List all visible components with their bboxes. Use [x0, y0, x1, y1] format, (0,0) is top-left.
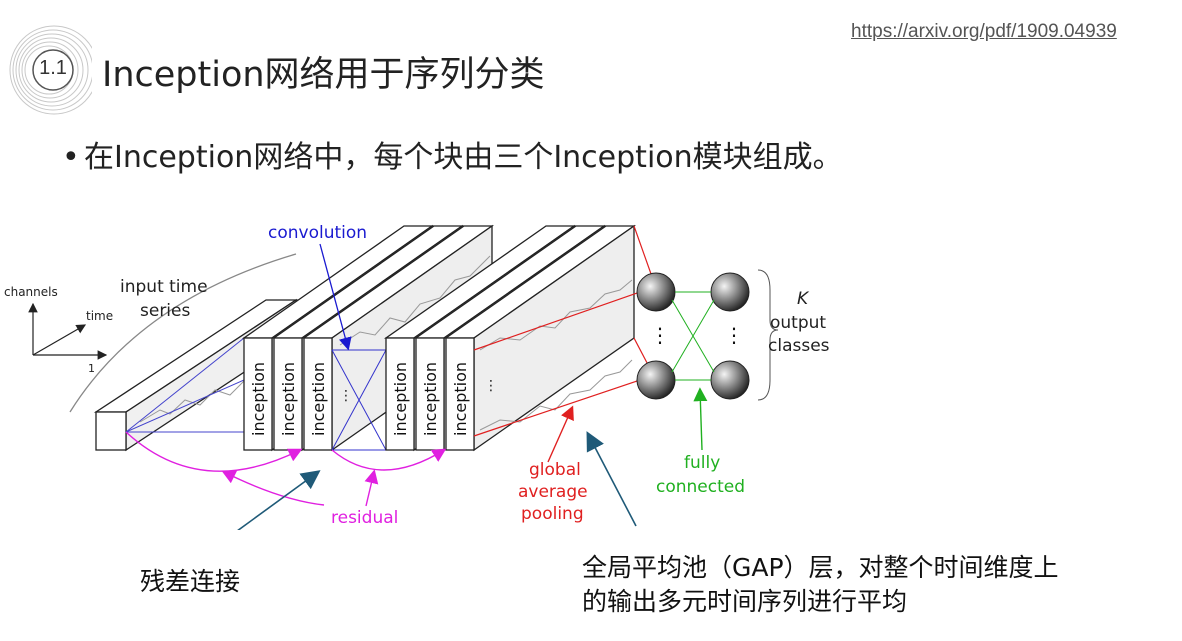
bullet-dot: • [62, 140, 80, 175]
ellipsis-2: ⋮ [484, 378, 498, 394]
module-label: inception [249, 362, 268, 436]
gap-note: 全局平均池（GAP）层，对整个时间维度上 的输出多元时间序列进行平均 [582, 551, 1172, 619]
svg-text:⋮: ⋮ [650, 323, 670, 347]
page-title: Inception网络用于序列分类 [102, 55, 545, 95]
svg-text:⋮: ⋮ [724, 323, 744, 347]
gap-note-line2: 的输出多元时间序列进行平均 [582, 587, 908, 616]
input-label-line1: input time [120, 277, 208, 297]
output-brace [757, 269, 779, 401]
axis-time-label: time [86, 309, 113, 323]
input-label-line2: series [140, 301, 190, 321]
axis-one-label: 1 [88, 362, 95, 375]
gap-note-line1: 全局平均池（GAP）层，对整个时间维度上 [582, 553, 1059, 582]
residual-label-line1: residual [331, 508, 398, 528]
slide: 1.1 Inception网络用于序列分类 https://arxiv.org/… [0, 0, 1182, 641]
module-label: inception [451, 362, 470, 436]
section-number: 1.1 [39, 57, 67, 79]
k-label: K [797, 289, 810, 309]
axis-channels-label: channels [4, 285, 58, 299]
module-label: inception [391, 362, 410, 436]
bullet-text: 在Inception网络中，每个块由三个Inception模块组成。 [84, 140, 843, 175]
module-label: inception [279, 362, 298, 436]
module-label: inception [309, 362, 328, 436]
output-label-line2: classes [768, 336, 830, 356]
gap-label-line2: average [518, 482, 588, 502]
ellipsis-1: ⋮ [339, 388, 353, 404]
bullet-item: • 在Inception网络中，每个块由三个Inception模块组成。 [62, 132, 843, 176]
convolution-label: convolution [268, 223, 367, 243]
fc-label-line1: fully [684, 453, 720, 473]
inception-network-diagram: channels time 1 input time series incept… [4, 223, 830, 530]
residual-note: 残差连接 [140, 567, 241, 596]
fc-label-line2: connected [656, 477, 745, 497]
source-link[interactable]: https://arxiv.org/pdf/1909.04939 [851, 21, 1117, 43]
gap-label-line1: global [529, 460, 581, 480]
module-label: inception [421, 362, 440, 436]
output-label-line1: output [770, 313, 826, 333]
gap-label-line3: pooling [521, 504, 584, 524]
